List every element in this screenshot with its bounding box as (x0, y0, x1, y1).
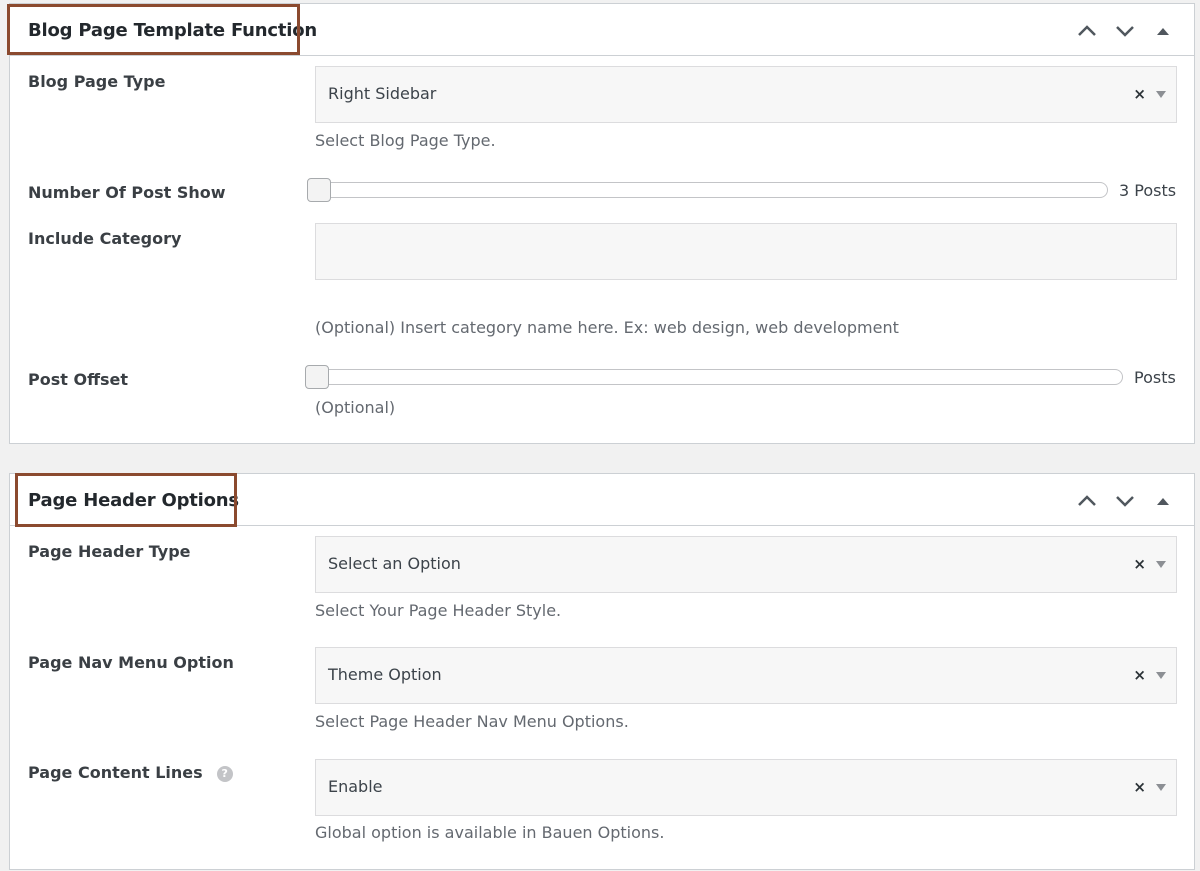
post-count-slider-handle[interactable] (307, 178, 331, 202)
page-header-type-description: Select Your Page Header Style. (315, 601, 562, 620)
select-value: Theme Option (328, 665, 442, 684)
chevron-down-icon (1116, 26, 1134, 37)
blog-page-type-label: Blog Page Type (28, 72, 166, 91)
blog-page-type-select[interactable]: Right Sidebar × (315, 66, 1177, 123)
include-category-input[interactable] (315, 223, 1177, 280)
chevron-up-icon (1078, 495, 1096, 506)
page-header-type-label: Page Header Type (28, 542, 191, 561)
clear-icon[interactable]: × (1133, 666, 1146, 684)
toggle-panel-button[interactable] (1144, 18, 1182, 44)
post-count-slider-track[interactable] (307, 182, 1108, 198)
page-nav-menu-label: Page Nav Menu Option (28, 653, 234, 672)
title-highlight-box (15, 473, 237, 527)
page-header-type-select[interactable]: Select an Option × (315, 536, 1177, 593)
blog-page-type-description: Select Blog Page Type. (315, 131, 496, 150)
post-count-label: Number Of Post Show (28, 183, 226, 202)
select-value: Right Sidebar (328, 84, 437, 103)
post-count-value: 3 Posts (1119, 181, 1177, 200)
move-up-button[interactable] (1068, 488, 1106, 514)
move-up-button[interactable] (1068, 18, 1106, 44)
move-down-button[interactable] (1106, 18, 1144, 44)
post-offset-value: Posts (1134, 368, 1176, 387)
caret-down-icon (1156, 91, 1166, 98)
caret-down-icon (1156, 672, 1166, 679)
chevron-up-icon (1078, 25, 1096, 36)
panel-controls (1068, 18, 1182, 44)
select-value: Select an Option (328, 554, 461, 573)
toggle-panel-button[interactable] (1144, 488, 1182, 514)
title-highlight-box (7, 4, 300, 55)
post-offset-slider-track[interactable] (307, 369, 1123, 385)
triangle-up-icon (1157, 498, 1169, 505)
post-offset-slider-handle[interactable] (305, 365, 329, 389)
post-offset-description: (Optional) (315, 398, 396, 417)
panel-controls (1068, 488, 1182, 514)
clear-icon[interactable]: × (1133, 85, 1146, 103)
caret-down-icon (1156, 784, 1166, 791)
page-content-lines-description: Global option is available in Bauen Opti… (315, 823, 665, 842)
clear-icon[interactable]: × (1133, 555, 1146, 573)
triangle-up-icon (1157, 28, 1169, 35)
page-nav-menu-description: Select Page Header Nav Menu Options. (315, 712, 629, 731)
help-icon[interactable]: ? (216, 766, 233, 782)
clear-icon[interactable]: × (1133, 778, 1146, 796)
blog-template-panel: Blog Page Template Function Blog Page Ty… (9, 3, 1195, 444)
move-down-button[interactable] (1106, 488, 1144, 514)
include-category-description: (Optional) Insert category name here. Ex… (315, 318, 899, 337)
select-value: Enable (328, 777, 383, 796)
post-offset-label: Post Offset (28, 370, 129, 389)
page-content-lines-select[interactable]: Enable × (315, 759, 1177, 816)
page-header-panel: Page Header Options Page Header Type Sel… (9, 473, 1195, 870)
page-content-lines-label: Page Content Lines? (28, 763, 233, 782)
include-category-label: Include Category (28, 229, 182, 248)
chevron-down-icon (1116, 496, 1134, 507)
caret-down-icon (1156, 561, 1166, 568)
page-nav-menu-select[interactable]: Theme Option × (315, 647, 1177, 704)
page-content-lines-text: Page Content Lines (28, 763, 203, 782)
